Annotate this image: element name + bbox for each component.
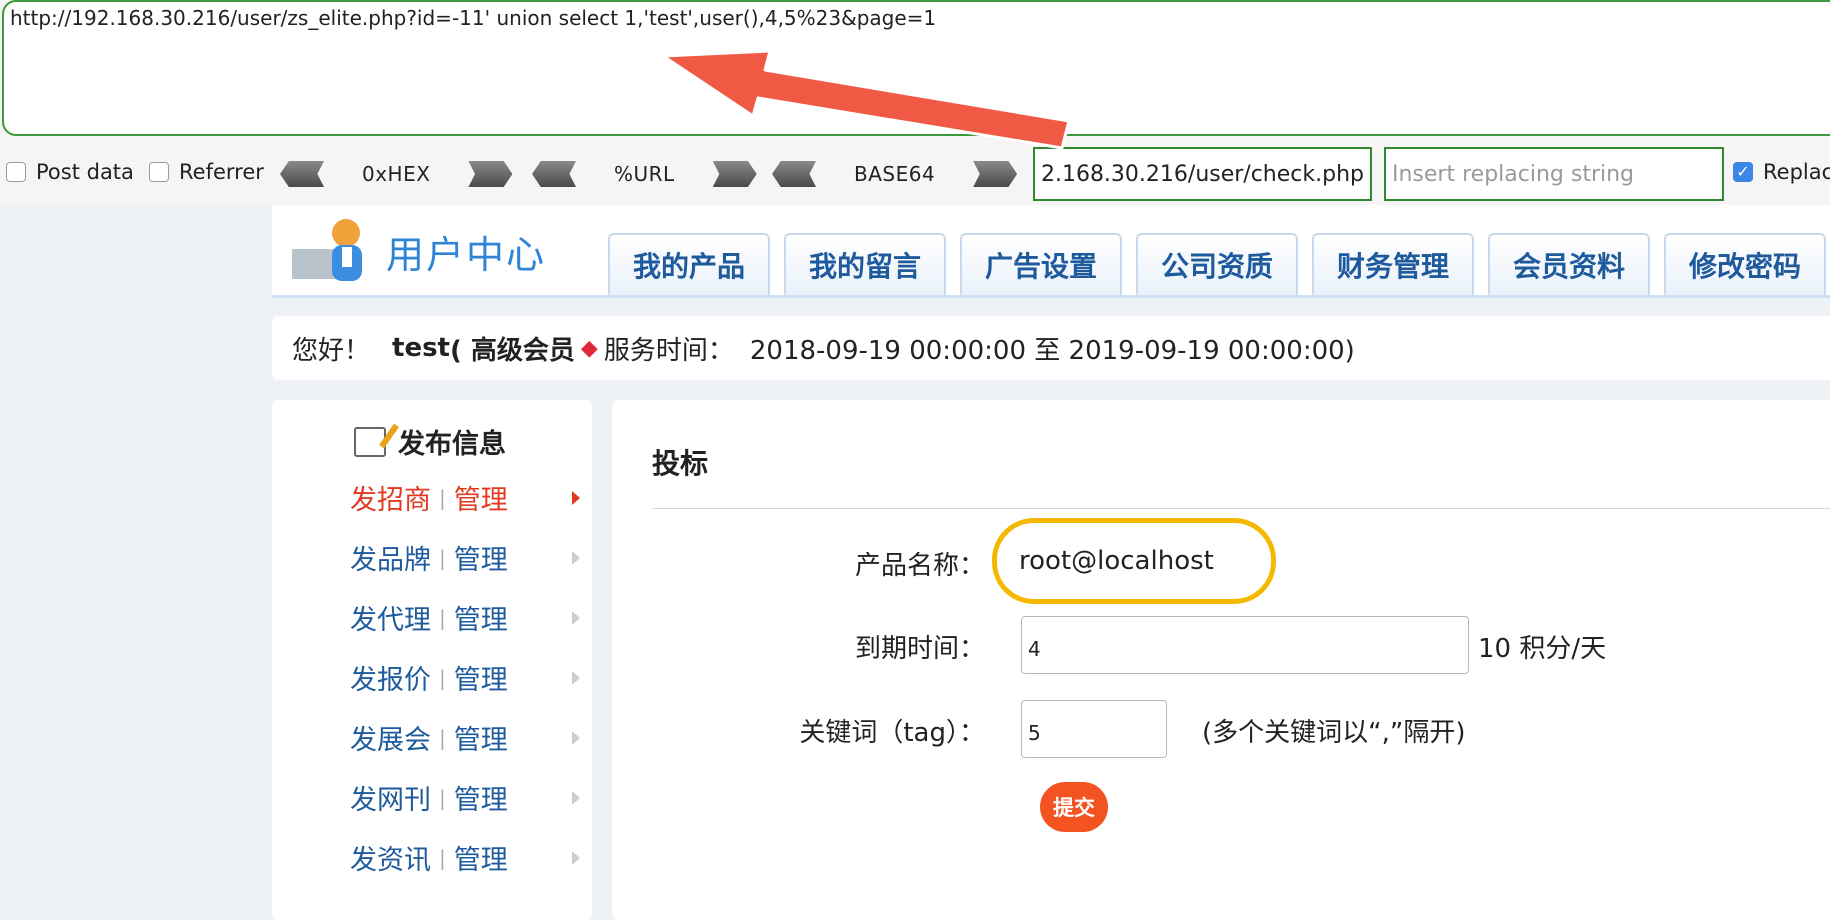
expire-time-label: 到期时间： bbox=[854, 634, 985, 664]
sidebar-item-manage-link[interactable]: 管理 bbox=[454, 838, 508, 877]
post-data-label: Post data bbox=[36, 160, 134, 184]
tab-company-qualification[interactable]: 公司资质 bbox=[1136, 233, 1298, 295]
sidebar-item[interactable]: 发展会 | 管理 bbox=[350, 718, 580, 757]
replace-url-input[interactable]: 2.168.30.216/user/check.php bbox=[1033, 147, 1372, 201]
post-data-checkbox-box[interactable] bbox=[6, 162, 26, 182]
sidebar-item-label[interactable]: 发资讯 bbox=[350, 838, 431, 877]
publish-sidebar: 发布信息 发招商 | 管理 发品牌 | 管理 发代理 | 管理 发报价 | 管理 发展会 | 管理 发网刊 | 管… bbox=[272, 400, 592, 920]
user-center-logo[interactable]: 用户中心 bbox=[292, 215, 546, 287]
sidebar-item-label[interactable]: 发品牌 bbox=[350, 538, 431, 577]
tag-input[interactable]: 5 bbox=[1021, 700, 1167, 758]
greeting-level: ( 高级会员 bbox=[449, 335, 575, 366]
gem-icon: ◆ bbox=[580, 335, 598, 361]
base64-label: BASE64 bbox=[854, 162, 936, 186]
base64-decode-arrow-icon[interactable] bbox=[772, 161, 816, 187]
referrer-checkbox[interactable]: Referrer bbox=[149, 160, 264, 184]
sidebar-item-separator: | bbox=[439, 545, 446, 570]
user-avatar-icon bbox=[292, 219, 362, 281]
expire-unit: 10 积分/天 bbox=[1478, 634, 1607, 664]
sidebar-heading: 发布信息 bbox=[354, 422, 506, 461]
product-name-value: root@localhost bbox=[992, 518, 1276, 604]
sidebar-item[interactable]: 发网刊 | 管理 bbox=[350, 778, 580, 817]
sidebar-item[interactable]: 发招商 | 管理 bbox=[350, 478, 580, 517]
sidebar-heading-label: 发布信息 bbox=[398, 429, 506, 460]
sidebar-item-separator: | bbox=[439, 725, 446, 750]
greeting-hello: 您好！ bbox=[292, 335, 371, 366]
submit-button[interactable]: 提交 bbox=[1040, 782, 1108, 832]
caret-right-icon bbox=[572, 610, 580, 625]
tag-hint: (多个关键词以“,”隔开) bbox=[1202, 718, 1466, 748]
sidebar-item-label[interactable]: 发报价 bbox=[350, 658, 431, 697]
service-label: 服务时间： bbox=[603, 335, 734, 366]
tab-change-password[interactable]: 修改密码 bbox=[1664, 233, 1826, 295]
sidebar-item-label[interactable]: 发代理 bbox=[350, 598, 431, 637]
caret-right-icon bbox=[572, 850, 580, 865]
sidebar-item[interactable]: 发资讯 | 管理 bbox=[350, 838, 580, 877]
greeting-bar: 您好！ test ( 高级会员 ◆ 服务时间： 2018-09-19 00:00… bbox=[272, 316, 1830, 380]
expire-time-input[interactable]: 4 bbox=[1021, 616, 1469, 674]
hex-decode-arrow-icon[interactable] bbox=[280, 161, 324, 187]
sidebar-item-label[interactable]: 发招商 bbox=[350, 478, 431, 517]
check-icon[interactable]: ✓ bbox=[1733, 162, 1753, 182]
tab-my-products[interactable]: 我的产品 bbox=[608, 233, 770, 295]
sidebar-item-manage-link[interactable]: 管理 bbox=[454, 718, 508, 757]
sidebar-item-separator: | bbox=[439, 785, 446, 810]
hex-encode-arrow-icon[interactable] bbox=[468, 161, 513, 187]
sidebar-item-manage-link[interactable]: 管理 bbox=[454, 778, 508, 817]
sidebar-item-label[interactable]: 发展会 bbox=[350, 718, 431, 757]
user-center-header: 用户中心 我的产品 我的留言 广告设置 公司资质 财务管理 会员资料 修改密码 bbox=[272, 205, 1830, 298]
url-textarea[interactable]: http://192.168.30.216/user/zs_elite.php?… bbox=[2, 0, 1830, 136]
caret-right-icon bbox=[572, 670, 580, 685]
caret-right-icon bbox=[572, 490, 580, 505]
tab-finance[interactable]: 财务管理 bbox=[1312, 233, 1474, 295]
caret-right-icon bbox=[572, 730, 580, 745]
sidebar-item-manage-link[interactable]: 管理 bbox=[454, 478, 508, 517]
tab-ad-settings[interactable]: 广告设置 bbox=[960, 233, 1122, 295]
base64-encoder: BASE64 bbox=[772, 158, 1018, 190]
hex-label: 0xHEX bbox=[362, 162, 431, 186]
caret-right-icon bbox=[572, 790, 580, 805]
sidebar-item-manage-link[interactable]: 管理 bbox=[454, 658, 508, 697]
replace-checkbox[interactable]: ✓ Replac bbox=[1733, 160, 1830, 184]
base64-encode-arrow-icon[interactable] bbox=[973, 161, 1018, 187]
tab-member-profile[interactable]: 会员资料 bbox=[1488, 233, 1650, 295]
replace-string-input[interactable]: Insert replacing string bbox=[1384, 147, 1724, 201]
service-range: 2018-09-19 00:00:00 至 2019-09-19 00:00:0… bbox=[749, 335, 1355, 366]
url-encode-arrow-icon[interactable] bbox=[712, 161, 757, 187]
tab-my-messages[interactable]: 我的留言 bbox=[784, 233, 946, 295]
title-divider bbox=[652, 508, 1830, 509]
edit-note-icon bbox=[354, 426, 386, 457]
post-data-checkbox[interactable]: Post data bbox=[6, 160, 134, 184]
url-encoder: %URL bbox=[532, 158, 757, 190]
referrer-checkbox-box[interactable] bbox=[149, 162, 169, 182]
referrer-label: Referrer bbox=[179, 160, 264, 184]
logo-title: 用户中心 bbox=[386, 232, 547, 277]
sidebar-item-manage-link[interactable]: 管理 bbox=[454, 598, 508, 637]
sidebar-item-label[interactable]: 发网刊 bbox=[350, 778, 431, 817]
sidebar-item-separator: | bbox=[439, 485, 446, 510]
greeting-username: test bbox=[392, 333, 450, 363]
sidebar-item[interactable]: 发代理 | 管理 bbox=[350, 598, 580, 637]
sidebar-item[interactable]: 发报价 | 管理 bbox=[350, 658, 580, 697]
url-enc-label: %URL bbox=[614, 162, 675, 186]
hackbar-toolbar: http://192.168.30.216/user/zs_elite.php?… bbox=[0, 0, 1830, 205]
hex-encoder: 0xHEX bbox=[280, 158, 513, 190]
product-name-text: root@localhost bbox=[1019, 546, 1214, 576]
sidebar-item-separator: | bbox=[439, 845, 446, 870]
sidebar-item-separator: | bbox=[439, 665, 446, 690]
replace-checkbox-label: Replac bbox=[1763, 160, 1830, 184]
sidebar-item-separator: | bbox=[439, 605, 446, 630]
product-name-label: 产品名称： bbox=[854, 551, 985, 581]
bid-form-panel: 投标 产品名称： root@localhost 到期时间： 4 10 积分/天 … bbox=[612, 400, 1830, 920]
sidebar-item-manage-link[interactable]: 管理 bbox=[454, 538, 508, 577]
page-title: 投标 bbox=[652, 447, 709, 480]
caret-right-icon bbox=[572, 550, 580, 565]
url-decode-arrow-icon[interactable] bbox=[532, 161, 576, 187]
sidebar-item[interactable]: 发品牌 | 管理 bbox=[350, 538, 580, 577]
tag-label: 关键词（tag）： bbox=[799, 718, 985, 748]
